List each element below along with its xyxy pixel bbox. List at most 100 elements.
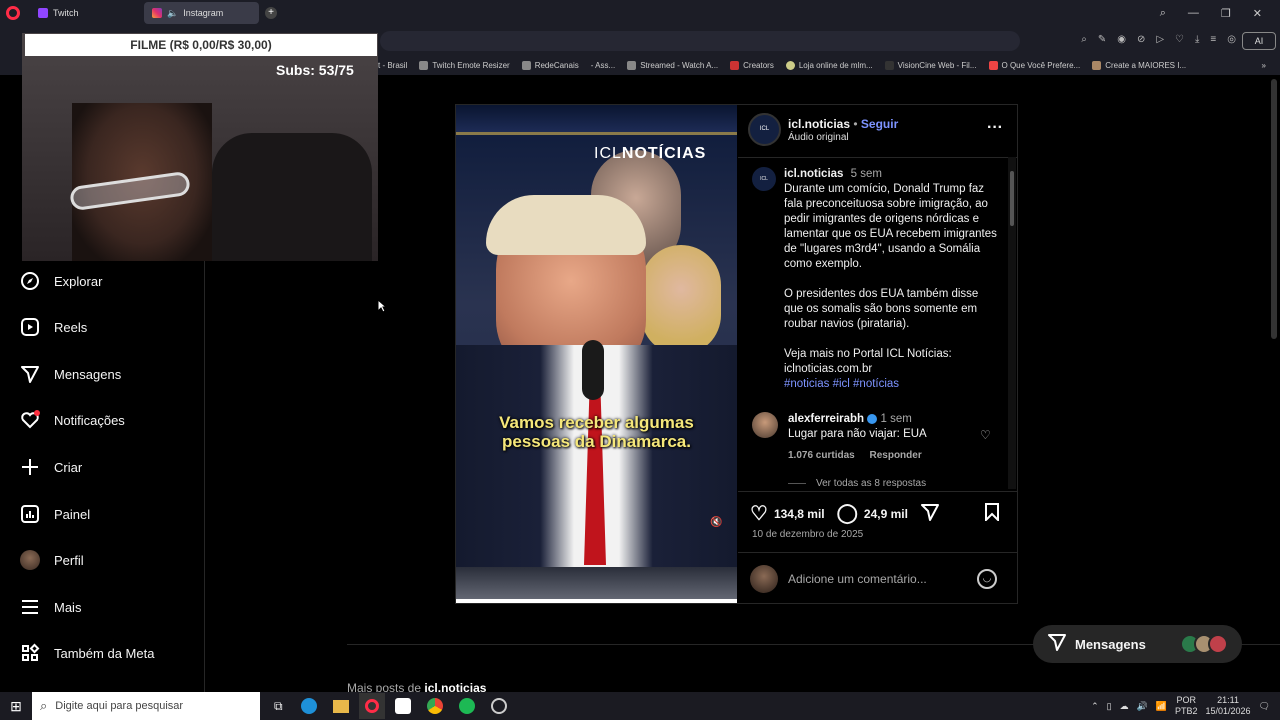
subs-counter: Subs: 53/75 xyxy=(276,62,354,78)
likes-count[interactable]: 134,8 mil xyxy=(774,507,825,521)
bookmark[interactable]: O Que Você Prefere... xyxy=(988,61,1080,70)
hamburger-icon xyxy=(20,597,40,617)
taskbar-search-input[interactable]: ⌕ Digite aqui para pesquisar xyxy=(32,692,260,720)
spotify-icon[interactable] xyxy=(458,698,475,714)
chevron-right-icon[interactable]: » xyxy=(1262,61,1266,70)
speaker-icon[interactable]: 🔈 xyxy=(167,8,178,19)
video-subtitle: Vamos receber algumas pessoas da Dinamar… xyxy=(499,413,694,451)
bookmark[interactable]: Twitch Emote Resizer xyxy=(419,61,510,70)
caption-paragraph: Veja mais no Portal ICL Notícias: xyxy=(784,348,952,360)
ai-button[interactable]: AI xyxy=(1242,32,1276,50)
site-icon xyxy=(627,61,637,70)
audio-label[interactable]: Áudio original xyxy=(788,132,849,143)
capcut-icon[interactable] xyxy=(394,698,411,714)
dashboard-icon xyxy=(20,504,40,524)
comment-meta: 1.076 curtidas Responder xyxy=(788,450,922,461)
like-heart-icon[interactable]: ♡ xyxy=(750,501,768,526)
view-replies-link[interactable]: Ver todas as 8 respostas xyxy=(816,478,926,489)
search-icon[interactable]: ⌕ xyxy=(1081,34,1087,45)
block-icon[interactable]: ⊘ xyxy=(1137,34,1145,45)
clock[interactable]: 21:11 15/01/2026 xyxy=(1206,695,1251,717)
bookmark[interactable]: RedeCanais xyxy=(521,61,579,70)
action-bar: ♡ 134,8 mil ◯ 24,9 mil xyxy=(750,501,940,526)
follow-button[interactable]: Seguir xyxy=(861,117,898,131)
more-options-icon[interactable]: ··· xyxy=(987,119,1003,137)
maximize-icon[interactable]: ❐ xyxy=(1221,7,1231,20)
reels-icon xyxy=(20,317,40,337)
obs-icon[interactable] xyxy=(490,698,507,714)
add-comment-input[interactable]: Adicione um comentário... xyxy=(788,572,927,586)
camera-icon[interactable]: ◉ xyxy=(1117,34,1126,45)
caption-link[interactable]: iclnoticias.com.br xyxy=(784,362,999,377)
close-icon[interactable]: ✕ xyxy=(1253,7,1262,20)
share-icon[interactable] xyxy=(920,502,940,525)
mute-icon[interactable]: 🔇 xyxy=(710,517,722,528)
site-icon xyxy=(785,61,795,70)
site-icon xyxy=(1092,61,1102,70)
task-view-icon[interactable]: ⧉ xyxy=(274,699,283,714)
tab-twitch[interactable]: Twitch xyxy=(30,2,140,24)
opera-taskbar-icon[interactable] xyxy=(358,693,385,719)
sidebar-item-painel[interactable]: Painel xyxy=(20,504,90,524)
avatar[interactable]: ICL xyxy=(752,167,776,191)
menu-icon[interactable]: ≡ xyxy=(1210,34,1216,45)
windows-start-icon[interactable]: ⊞ xyxy=(0,698,32,715)
like-comment-heart-icon[interactable]: ♡ xyxy=(980,428,991,442)
reply-button[interactable]: Responder xyxy=(870,450,922,461)
heart-icon[interactable]: ♡ xyxy=(1175,34,1184,45)
page-scrollbar[interactable] xyxy=(1271,79,1277,339)
sidebar-item-mensagens[interactable]: Mensagens xyxy=(20,364,121,384)
avatar[interactable] xyxy=(752,412,778,438)
bookmark[interactable]: - Ass... xyxy=(591,61,615,70)
bookmark-icon[interactable] xyxy=(984,503,1000,526)
language-indicator[interactable]: POR PTB2 xyxy=(1175,695,1198,717)
document-icon xyxy=(419,61,429,70)
comment-username[interactable]: alexferreirabh xyxy=(788,413,864,425)
sidebar-item-mais[interactable]: Mais xyxy=(20,597,81,617)
message-avatars xyxy=(1180,634,1228,654)
edge-icon[interactable] xyxy=(300,698,317,714)
notifications-icon[interactable]: 🗨 xyxy=(1259,701,1270,712)
battery-icon[interactable]: ▯ xyxy=(1107,701,1112,712)
sidebar-item-perfil[interactable]: Perfil xyxy=(20,550,84,570)
opera-logo-icon[interactable] xyxy=(6,6,20,20)
sidebar-item-criar[interactable]: Criar xyxy=(20,457,82,477)
cloud-icon[interactable]: ☁ xyxy=(1120,701,1129,712)
search-icon[interactable]: ⌕ xyxy=(1160,7,1166,20)
tab-instagram[interactable]: 🔈 Instagram xyxy=(144,2,259,24)
comment-icon[interactable]: ◯ xyxy=(837,502,858,525)
emoji-icon[interactable]: ◡ xyxy=(977,569,997,589)
scrollbar[interactable] xyxy=(1008,157,1016,489)
comments-count[interactable]: 24,9 mil xyxy=(864,507,908,521)
caption-username[interactable]: icl.noticias xyxy=(784,168,843,180)
chrome-icon[interactable] xyxy=(426,698,443,714)
sidebar-item-notificacoes[interactable]: Notificações xyxy=(20,410,125,430)
bookmark[interactable]: Creators xyxy=(730,61,774,70)
download-icon[interactable]: ⤓ xyxy=(1195,34,1199,45)
play-icon[interactable]: ▷ xyxy=(1156,34,1164,45)
caption: icl.noticias 5 sem Durante um comício, D… xyxy=(784,167,999,392)
messages-button[interactable]: Mensagens xyxy=(1033,625,1242,663)
sidebar-item-meta[interactable]: Também da Meta xyxy=(20,643,154,663)
post-username[interactable]: icl.noticias xyxy=(788,117,850,131)
bookmark[interactable]: Create a MAIORES I... xyxy=(1092,61,1186,70)
bookmark[interactable]: Streamed - Watch A... xyxy=(627,61,718,70)
file-explorer-icon[interactable] xyxy=(332,699,349,713)
hashtags[interactable]: #noticias #icl #notícias xyxy=(784,377,999,392)
sidebar-item-explorar[interactable]: Explorar xyxy=(20,271,102,291)
video-progress-bar[interactable] xyxy=(456,599,737,603)
url-field[interactable] xyxy=(380,31,1020,51)
bookmark[interactable]: Loja online de mlm... xyxy=(785,61,873,70)
new-tab-button[interactable]: + xyxy=(265,7,277,19)
bookmark[interactable]: VisionCine Web - Fil... xyxy=(884,61,977,70)
speaker-icon[interactable]: 🔊 xyxy=(1137,701,1148,712)
sidebar-item-reels[interactable]: Reels xyxy=(20,317,87,337)
bookmark[interactable]: t - Brasil xyxy=(378,61,407,70)
avatar[interactable]: ICL xyxy=(748,113,781,146)
minimize-icon[interactable]: — xyxy=(1188,7,1199,20)
wifi-icon[interactable]: 📶 xyxy=(1156,701,1167,712)
profile-icon[interactable]: ◎ xyxy=(1227,34,1236,45)
reel-video[interactable]: ICLNOTÍCIAS Vamos receber algumas pessoa… xyxy=(456,105,737,603)
chevron-up-icon[interactable]: ⌃ xyxy=(1091,701,1099,712)
edit-icon[interactable]: ✎ xyxy=(1098,34,1106,45)
